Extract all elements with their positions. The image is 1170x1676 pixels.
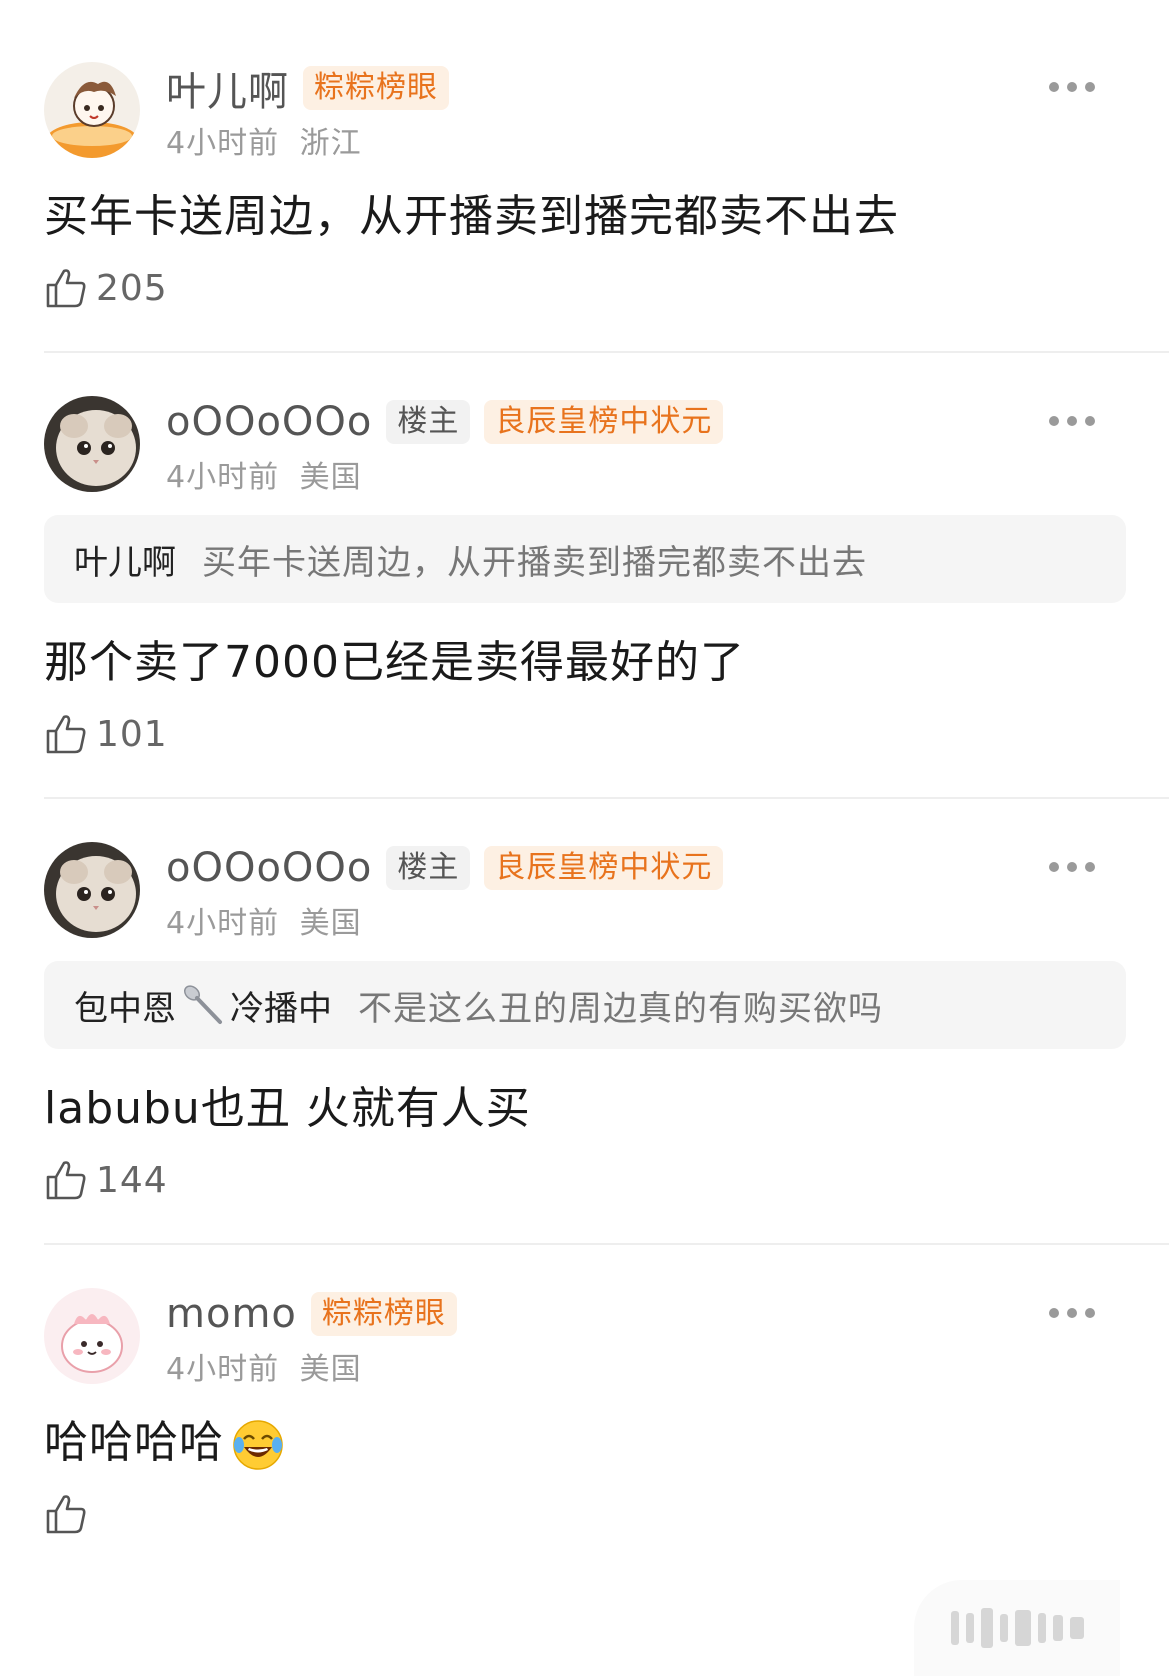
rank-badge[interactable]: 粽粽榜眼 [303, 66, 449, 110]
like-button[interactable]: 144 [44, 1158, 168, 1202]
comment-meta: 4小时前 浙江 [166, 118, 362, 162]
like-count: 101 [96, 713, 168, 755]
location: 浙江 [299, 126, 362, 161]
comment-text: 买年卡送周边，从开播卖到播完都卖不出去 [44, 191, 899, 242]
timestamp: 4小时前 [166, 906, 280, 941]
laughing-tears-emoji [233, 1420, 283, 1470]
avatar[interactable] [44, 1288, 140, 1384]
location: 美国 [299, 460, 362, 495]
username[interactable]: oOOoOOo [166, 399, 372, 445]
location: 美国 [299, 906, 362, 941]
comment-item: oOOoOOo 楼主 良辰皇榜中状元 4小时前 美国 包中恩 冷播中 不是这么丑… [44, 842, 1169, 1212]
timestamp: 4小时前 [166, 126, 280, 161]
comment-meta: 4小时前 美国 [166, 1344, 362, 1388]
rank-badge[interactable]: 良辰皇榜中状元 [484, 400, 724, 444]
quoted-username-part: 包中恩 [74, 988, 176, 1029]
divider [44, 351, 1169, 353]
timestamp: 4小时前 [166, 1352, 280, 1387]
comment-text: labubu也丑 火就有人买 [44, 1083, 531, 1134]
watermark-logo [914, 1580, 1120, 1676]
rank-badge[interactable]: 粽粽榜眼 [310, 1292, 457, 1336]
comment-text: 那个卖了7000已经是卖得最好的了 [44, 637, 745, 688]
divider [44, 1243, 1169, 1245]
quoted-username-part: 冷播中 [230, 988, 332, 1029]
more-options-icon[interactable] [1049, 72, 1095, 102]
like-button[interactable]: 101 [44, 712, 168, 756]
quoted-text: 不是这么丑的周边真的有购买欲吗 [358, 988, 883, 1029]
like-button[interactable]: 205 [44, 266, 168, 310]
quoted-reply[interactable]: 叶儿啊 买年卡送周边，从开播卖到播完都卖不出去 [44, 515, 1126, 603]
avatar[interactable] [44, 396, 140, 492]
avatar[interactable] [44, 842, 140, 938]
quoted-text: 买年卡送周边，从开播卖到播完都卖不出去 [202, 542, 867, 583]
more-options-icon[interactable] [1049, 406, 1095, 436]
more-options-icon[interactable] [1049, 1298, 1095, 1328]
quoted-reply[interactable]: 包中恩 冷播中 不是这么丑的周边真的有购买欲吗 [44, 961, 1126, 1049]
owner-badge: 楼主 [386, 400, 471, 444]
comment-meta: 4小时前 美国 [166, 452, 362, 496]
username[interactable]: oOOoOOo [166, 845, 372, 891]
thumbs-up-icon [46, 715, 86, 754]
avatar[interactable] [44, 62, 140, 158]
like-count: 205 [96, 267, 168, 309]
comment-item: oOOoOOo 楼主 良辰皇榜中状元 4小时前 美国 叶儿啊 买年卡送周边，从开… [44, 396, 1169, 766]
comment-text: 哈哈哈哈 [44, 1406, 286, 1473]
more-options-icon[interactable] [1049, 852, 1095, 882]
divider [44, 797, 1169, 799]
rank-badge[interactable]: 良辰皇榜中状元 [484, 846, 724, 890]
quoted-username[interactable]: 包中恩 冷播中 [74, 981, 332, 1030]
comment-item: 叶儿啊 粽粽榜眼 4小时前 浙江 买年卡送周边，从开播卖到播完都卖不出去 205 [44, 62, 1169, 322]
owner-badge: 楼主 [386, 846, 471, 890]
timestamp: 4小时前 [166, 460, 280, 495]
username[interactable]: momo [166, 1291, 297, 1337]
comment-text-content: 哈哈哈哈 [44, 1417, 224, 1468]
thumbs-up-icon [46, 1495, 86, 1534]
location: 美国 [299, 1352, 362, 1387]
like-count: 144 [96, 1159, 168, 1201]
like-button[interactable] [44, 1492, 96, 1536]
quoted-username[interactable]: 叶儿啊 [74, 535, 176, 584]
comment-item: momo 粽粽榜眼 4小时前 美国 哈哈哈哈 [44, 1288, 1169, 1558]
username[interactable]: 叶儿啊 [166, 59, 289, 117]
spoon-icon [184, 985, 222, 1024]
thumbs-up-icon [46, 269, 86, 308]
thumbs-up-icon [46, 1161, 86, 1200]
comment-meta: 4小时前 美国 [166, 898, 362, 942]
